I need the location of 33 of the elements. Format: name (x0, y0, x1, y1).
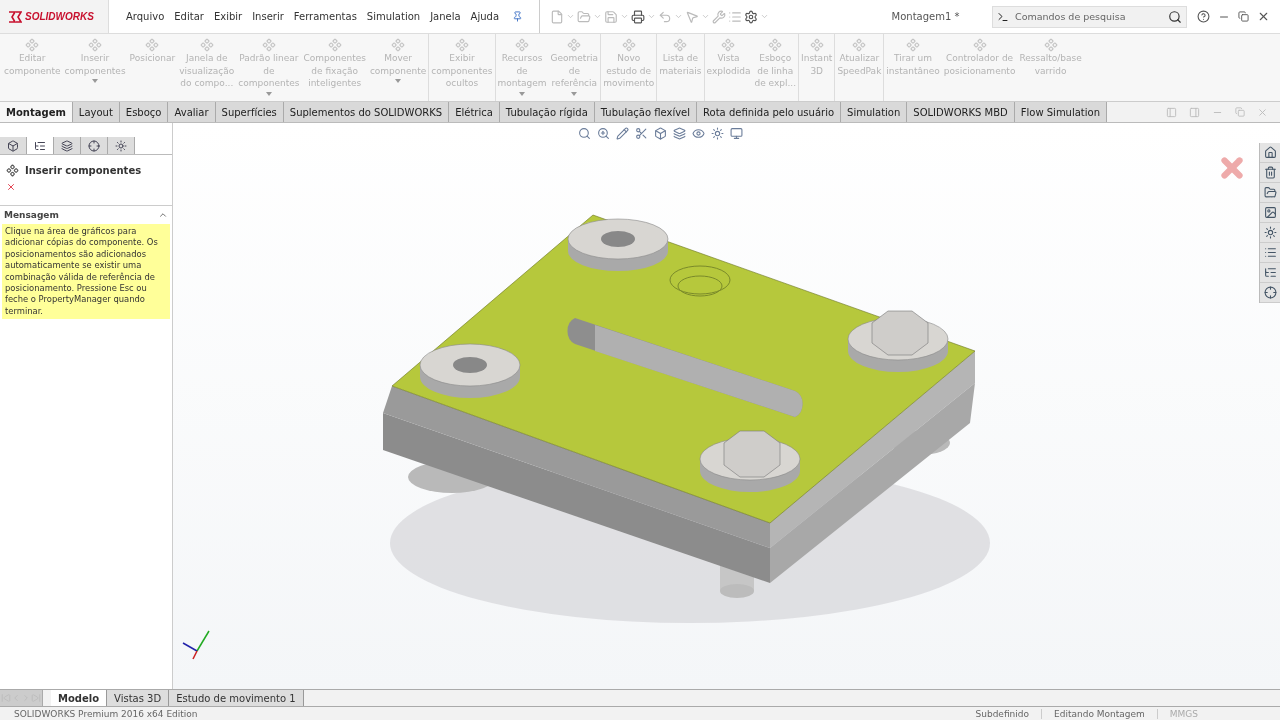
model-tab[interactable]: Modelo (51, 690, 108, 706)
ribbon-tab[interactable]: Montagem (0, 102, 73, 122)
menu-item[interactable]: Ajuda (465, 11, 505, 22)
ribbon-tab[interactable]: Tubulação rígida (499, 102, 595, 122)
status-text: Subdefinido (974, 708, 1030, 719)
menu-item[interactable]: Simulation (361, 11, 426, 22)
ribbon-tab[interactable]: Suplementos do SOLIDWORKS (283, 102, 450, 122)
ribbon-tab[interactable]: Flow Simulation (1014, 102, 1108, 122)
app-logo: SOLIDWORKS (0, 0, 109, 33)
ribbon-tab[interactable]: Esboço (119, 102, 169, 122)
menu-item[interactable]: Ferramentas (288, 11, 362, 22)
menu-item[interactable]: Janela (425, 11, 466, 22)
ribbon-tab[interactable]: Superfícies (215, 102, 284, 122)
edition-text: SOLIDWORKS Premium 2016 x64 Edition (13, 708, 199, 719)
ribbon-tab[interactable]: Elétrica (449, 102, 500, 122)
section-title: Mensagem (4, 210, 59, 220)
ribbon-tab[interactable]: Tubulação flexível (594, 102, 698, 122)
menu-item[interactable]: Inserir (247, 11, 289, 22)
message-text: Clique na área de gráficos para adicionar cópias do componente. Os posicionamentos são adicionados automaticamente se existir uma combinação válida de referência de posicionamento. Pressione Esc ou feche o PropertyManager quando terminar. (2, 224, 170, 320)
model-tab[interactable]: Vistas 3D (107, 690, 170, 706)
model-tab[interactable]: Estudo de movimento 1 (169, 690, 304, 706)
menu-item[interactable]: Exibir (208, 11, 248, 22)
menu-item[interactable]: Editar (169, 11, 209, 22)
ribbon-tab[interactable]: Avaliar (168, 102, 216, 122)
document-title: Montagem1 * (890, 11, 960, 22)
status-text: Editando Montagem (1041, 708, 1157, 719)
search-field[interactable]: Comandos de pesquisa (992, 5, 1187, 28)
ribbon-tab[interactable]: Simulation (841, 102, 908, 122)
ribbon-tab[interactable]: Rota definida pelo usuário (697, 102, 842, 122)
ribbon-tab[interactable]: SOLIDWORKS MBD (907, 102, 1015, 122)
menu-item[interactable]: Arquivo (121, 11, 170, 22)
ribbon-tab[interactable]: Layout (72, 102, 120, 122)
property-manager-title: Inserir componentes (25, 165, 142, 176)
